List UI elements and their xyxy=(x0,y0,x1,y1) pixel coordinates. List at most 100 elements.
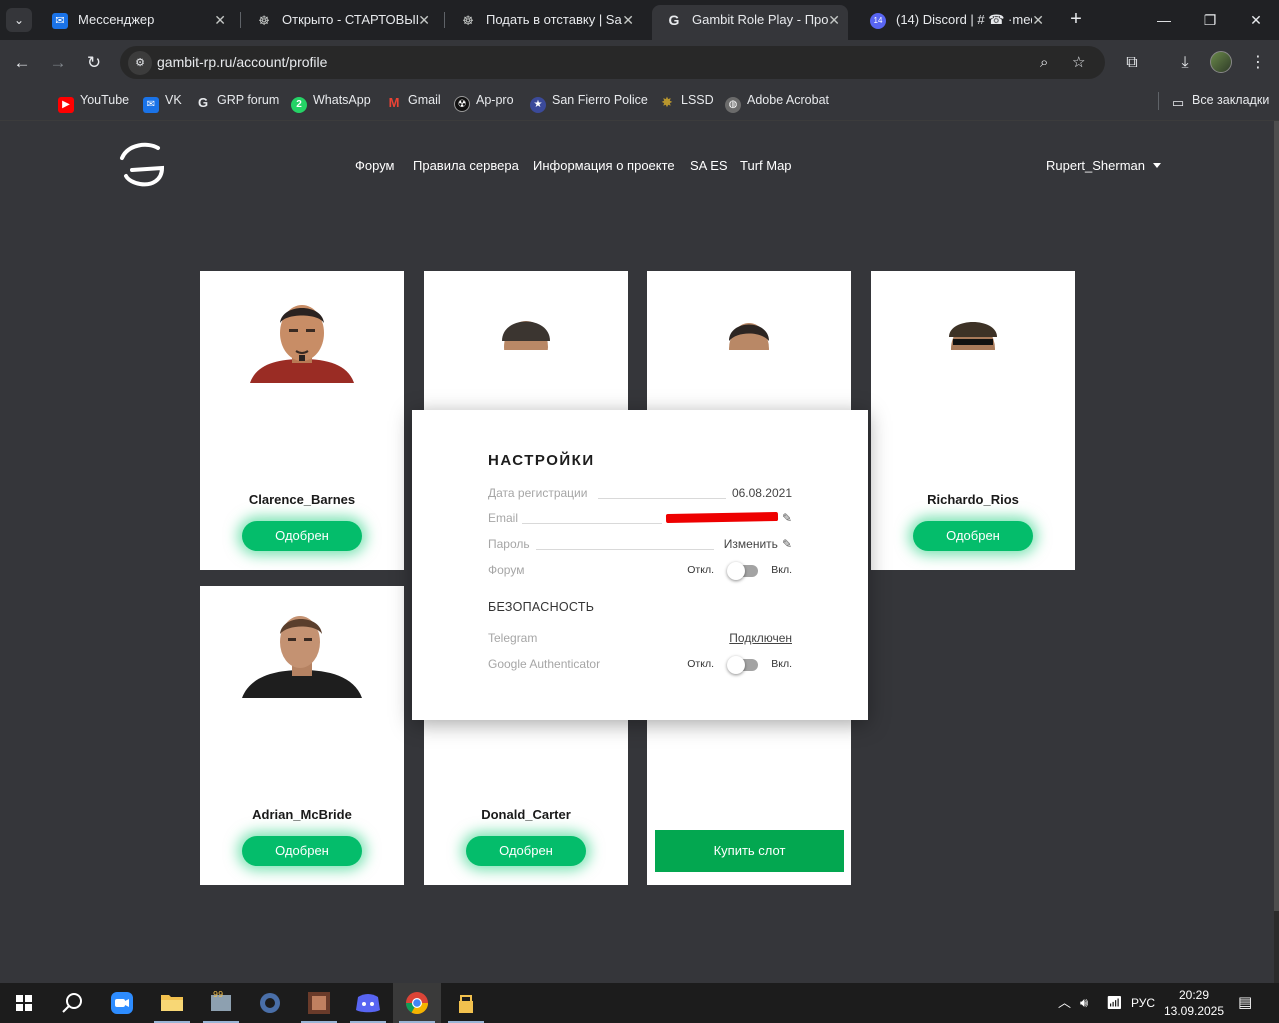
caret-down-icon xyxy=(1153,163,1161,168)
username: Rupert_Sherman xyxy=(1046,158,1145,173)
discord-app-button[interactable] xyxy=(344,983,392,1023)
file-explorer-button[interactable] xyxy=(148,983,196,1023)
restore-button[interactable]: ❐ xyxy=(1187,0,1233,40)
profile-avatar[interactable] xyxy=(1210,51,1232,73)
gambit-logo-icon: G xyxy=(197,95,209,110)
bookmark-vk[interactable]: ✉ VK xyxy=(143,85,182,115)
system-clock[interactable]: 20:29 13.09.2025 xyxy=(1162,987,1226,1019)
nav-forum[interactable]: Форум xyxy=(355,158,395,173)
game-app-button[interactable] xyxy=(295,983,343,1023)
email-edit-pencil-icon[interactable]: ✎ xyxy=(778,511,792,525)
notifications-icon[interactable]: ▤ xyxy=(1238,983,1252,1023)
bookmark-whatsapp[interactable]: 2 WhatsApp xyxy=(291,85,371,115)
google-authenticator-row: Google Authenticator Откл. Вкл. xyxy=(488,656,792,675)
tab-title: (14) Discord | # ☎ ·medi xyxy=(896,12,1032,27)
close-icon[interactable]: ✕ xyxy=(828,5,840,35)
character-name: Clarence_Barnes xyxy=(248,492,356,507)
password-row: Пароль Изменить ✎ xyxy=(488,537,792,551)
download-icon[interactable]: ⤓ xyxy=(1172,50,1198,76)
minimize-button[interactable]: — xyxy=(1141,0,1187,40)
notepad-icon: 99 xyxy=(211,990,231,1011)
tray-chevron-up-icon[interactable]: ︿ xyxy=(1058,983,1071,1023)
telegram-connected-link[interactable]: Подключен xyxy=(729,631,792,645)
forum-toggle[interactable] xyxy=(727,562,758,580)
change-password-link[interactable]: Изменить ✎ xyxy=(724,537,792,551)
lspd-badge-icon: ☸ xyxy=(258,13,270,28)
bookmark-adobe-acrobat[interactable]: ◍ Adobe Acrobat xyxy=(725,85,829,115)
settings-title: НАСТРОЙКИ xyxy=(488,452,595,469)
windows-start-icon[interactable] xyxy=(0,983,48,1023)
discord-icon xyxy=(356,994,380,1013)
tab-gambit-profile[interactable]: G Gambit Role Play - Проф ✕ xyxy=(652,5,848,40)
close-icon[interactable]: ✕ xyxy=(418,6,430,34)
character-name: Adrian_McBride xyxy=(252,807,352,822)
url-text[interactable]: gambit-rp.ru/account/profile xyxy=(157,46,327,79)
forum-row: Форум Откл. Вкл. xyxy=(488,562,792,581)
new-tab-button[interactable]: + xyxy=(1064,8,1088,32)
discord-icon: 14 xyxy=(870,13,886,29)
google-authenticator-toggle[interactable] xyxy=(727,656,758,674)
bookmark-lssd[interactable]: ✸ LSSD xyxy=(659,85,714,115)
close-icon[interactable]: ✕ xyxy=(1032,6,1044,34)
browser-toolbar: ← → ↻ ⚙ gambit-rp.ru/account/profile ⌕ ☆… xyxy=(0,40,1279,85)
tab-resign[interactable]: ☸ Подать в отставку | San ✕ xyxy=(446,6,642,34)
status-badge-approved[interactable]: Одобрен xyxy=(913,521,1033,551)
close-window-button[interactable]: ✕ xyxy=(1233,0,1279,40)
zoom-icon[interactable]: ⌕ xyxy=(1040,46,1048,79)
tab-title: Подать в отставку | San xyxy=(486,12,622,27)
notepad-app-button[interactable]: 99 xyxy=(197,983,245,1023)
user-menu[interactable]: Rupert_Sherman xyxy=(1046,158,1161,173)
forward-arrow-icon[interactable]: → xyxy=(45,50,71,76)
nav-project-info[interactable]: Информация о проекте xyxy=(533,158,675,173)
bookmark-youtube[interactable]: ▶ YouTube xyxy=(58,85,129,115)
character-avatar xyxy=(913,322,1033,383)
zoom-app-icon[interactable] xyxy=(98,983,146,1023)
lspd-badge-icon: ☸ xyxy=(462,13,474,28)
chrome-app-button[interactable] xyxy=(393,983,441,1023)
character-card-1[interactable]: Clarence_Barnes Одобрен xyxy=(200,271,404,570)
address-bar[interactable]: ⚙ gambit-rp.ru/account/profile ⌕ ☆ xyxy=(120,46,1105,79)
tab-search-chevron-icon[interactable]: ⌄ xyxy=(6,8,32,32)
back-arrow-icon[interactable]: ← xyxy=(9,50,35,76)
bookmark-san-fierro-police[interactable]: ★ San Fierro Police xyxy=(530,85,648,115)
chrome-icon xyxy=(406,992,428,1014)
extensions-icon[interactable]: ⧉ xyxy=(1119,50,1145,76)
network-icon[interactable]: 📶︎ xyxy=(1106,983,1123,1023)
bookmark-star-icon[interactable]: ☆ xyxy=(1072,46,1085,79)
reload-icon[interactable]: ↻ xyxy=(81,50,107,76)
settings-modal: НАСТРОЙКИ Дата регистрации 06.08.2021 Em… xyxy=(412,410,868,720)
clock-time: 20:29 xyxy=(1178,988,1210,1002)
tab-messenger[interactable]: ✉ Мессенджер ✕ xyxy=(38,6,234,34)
menu-dots-icon[interactable]: ⋮ xyxy=(1245,50,1271,76)
character-card-4[interactable]: Richardo_Rios Одобрен xyxy=(871,271,1075,570)
registration-date-value: 06.08.2021 xyxy=(731,486,792,500)
tab-lspd-open[interactable]: ☸ Открыто - СТАРТОВЫЙ ✕ xyxy=(242,6,438,34)
nav-sa-es[interactable]: SA ES xyxy=(690,158,728,173)
bookmark-gmail[interactable]: M Gmail xyxy=(386,85,441,115)
bookmarks-bar: ▶ YouTube ✉ VK G GRP forum 2 WhatsApp M Gmail… xyxy=(0,85,1279,121)
tab-discord[interactable]: 14 (14) Discord | # ☎ ·medi ✕ xyxy=(856,6,1052,34)
clock-date: 13.09.2025 xyxy=(1163,1004,1225,1018)
status-badge-approved[interactable]: Одобрен xyxy=(242,836,362,866)
launcher-circle-icon[interactable] xyxy=(246,983,294,1023)
nav-turf-map[interactable]: Turf Map xyxy=(740,158,792,173)
volume-icon[interactable]: 🔊︎ xyxy=(1080,983,1088,1023)
page-scrollbar[interactable] xyxy=(1274,121,1279,983)
status-badge-approved[interactable]: Одобрен xyxy=(466,836,586,866)
search-icon[interactable] xyxy=(48,983,96,1023)
close-icon[interactable]: ✕ xyxy=(214,6,226,34)
all-bookmarks[interactable]: ▭ Все закладки xyxy=(1170,85,1269,115)
bookmark-ap-pro[interactable]: ☢ Ap-pro xyxy=(454,85,514,115)
bookmark-grp-forum[interactable]: G GRP forum xyxy=(195,85,279,115)
browser-tab-bar: ⌄ ✉ Мессенджер ✕ ☸ Открыто - СТАРТОВЫЙ ✕… xyxy=(0,0,1279,40)
status-badge-approved[interactable]: Одобрен xyxy=(242,521,362,551)
character-card-5[interactable]: Adrian_McBride Одобрен xyxy=(200,586,404,885)
gambit-logo-icon[interactable] xyxy=(118,142,168,188)
pinned-app-button[interactable] xyxy=(442,983,490,1023)
close-icon[interactable]: ✕ xyxy=(622,6,634,34)
buy-slot-button[interactable]: Купить слот xyxy=(655,830,844,872)
site-info-icon[interactable]: ⚙ xyxy=(128,51,152,75)
nav-server-rules[interactable]: Правила сервера xyxy=(413,158,519,173)
input-language[interactable]: РУС xyxy=(1131,983,1155,1023)
registration-date-row: Дата регистрации 06.08.2021 xyxy=(488,486,792,500)
